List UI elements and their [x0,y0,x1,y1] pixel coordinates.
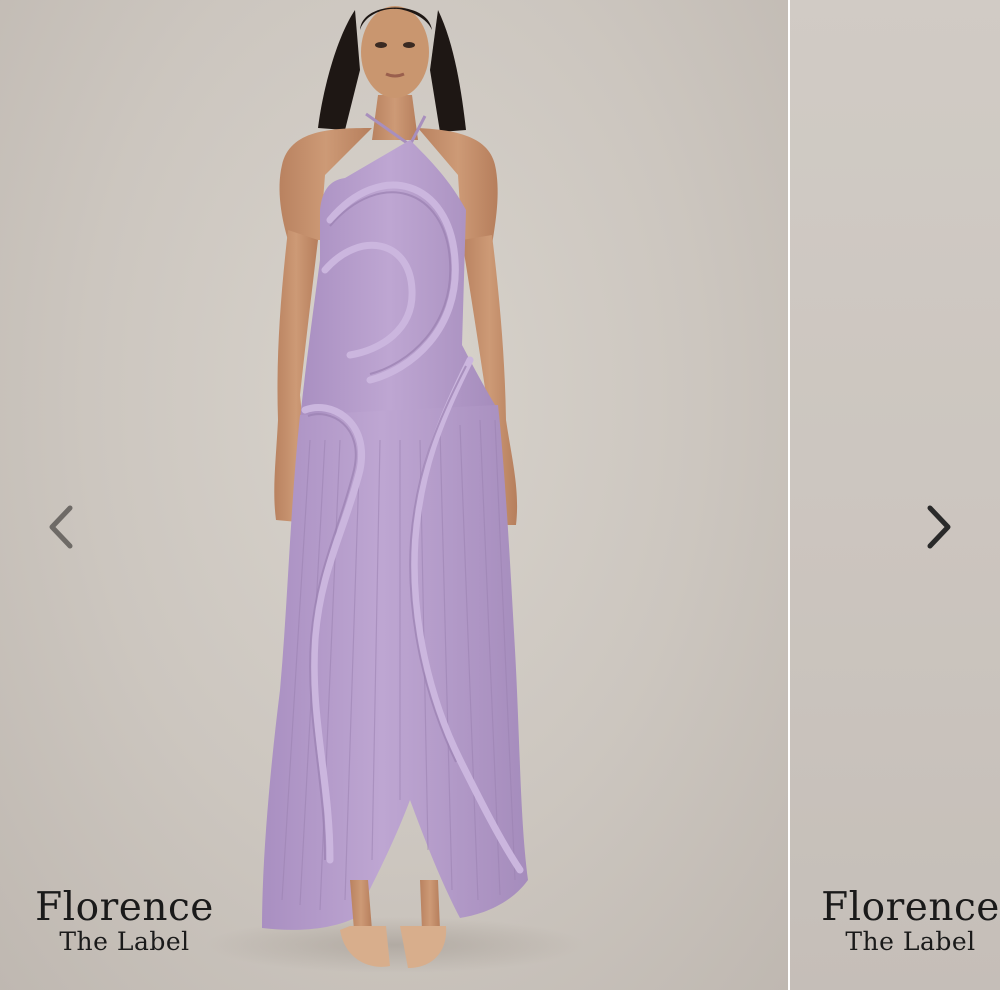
product-photo [205,6,585,973]
brand-tagline: The Label [59,927,190,956]
brand-logo: Florence The Label [22,888,227,954]
brand-name-next: Florence [821,885,1000,930]
chevron-left-icon [49,505,73,549]
image-carousel: Florence The Label Florence The Label [0,0,1000,990]
carousel-slide-current: Florence The Label [0,0,788,990]
chevron-right-icon [927,505,951,549]
carousel-slide-next-peek [790,0,1000,990]
previous-slide-button[interactable] [36,500,86,554]
brand-name: Florence [35,885,214,930]
brand-tagline-next: The Label [845,927,976,956]
next-slide-button[interactable] [914,500,964,554]
brand-logo-next: Florence The Label [808,888,1000,954]
product-photo-next [790,0,1000,990]
